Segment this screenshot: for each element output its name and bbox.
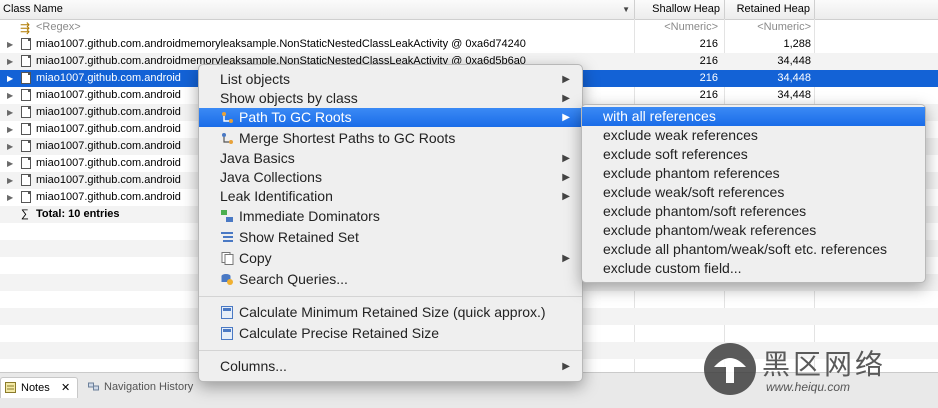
menu-item-immediate-dominators[interactable]: Immediate Dominators <box>199 207 582 226</box>
regex-filter-input[interactable]: <Regex> <box>0 19 635 36</box>
menu-item-list-objects[interactable]: List objects ▶ <box>199 70 582 89</box>
menu-item-label: Java Basics <box>220 150 295 166</box>
path-to-gc-roots-submenu: with all references exclude weak referen… <box>581 104 926 283</box>
menu-item-show-retained-set[interactable]: Show Retained Set <box>199 228 582 247</box>
submenu-arrow-icon: ▶ <box>562 361 570 372</box>
submenu-item-label: exclude phantom/soft references <box>603 203 807 219</box>
menu-item-label: Copy <box>239 250 272 266</box>
submenu-item-label: with all references <box>603 108 716 124</box>
menu-item-label: Merge Shortest Paths to GC Roots <box>239 130 456 146</box>
gc-roots-icon <box>222 112 233 123</box>
mushroom-logo-icon <box>704 343 756 395</box>
submenu-arrow-icon: ▶ <box>562 191 570 202</box>
submenu-item-label: exclude all phantom/weak/soft etc. refer… <box>603 241 888 257</box>
menu-item-label: Calculate Precise Retained Size <box>239 325 439 341</box>
submenu-item-label: exclude phantom references <box>603 165 780 181</box>
submenu-item-label: exclude soft references <box>603 146 748 162</box>
table-row[interactable]: ▶ miao1007.github.com.androidmemoryleaks… <box>0 36 938 53</box>
menu-item-label: Columns... <box>220 358 287 374</box>
menu-item-merge-shortest-paths[interactable]: Merge Shortest Paths to GC Roots <box>199 129 582 148</box>
notes-icon <box>5 382 16 393</box>
submenu-item-exclude-weak-soft[interactable]: exclude weak/soft references <box>582 183 925 202</box>
submenu-arrow-icon: ▶ <box>562 93 570 104</box>
dominators-icon <box>221 210 233 222</box>
menu-item-label: Immediate Dominators <box>239 208 380 224</box>
row-retained-heap: 34,448 <box>777 55 811 67</box>
submenu-arrow-icon: ▶ <box>562 172 570 183</box>
row-shallow-heap: 216 <box>699 89 718 101</box>
copy-icon <box>221 252 234 265</box>
menu-separator <box>199 350 582 351</box>
merge-paths-icon <box>222 133 233 144</box>
menu-item-label: Calculate Minimum Retained Size (quick a… <box>239 304 546 320</box>
submenu-item-label: exclude weak references <box>603 127 758 143</box>
submenu-item-exclude-phantom[interactable]: exclude phantom references <box>582 164 925 183</box>
menu-item-label: Show objects by class <box>220 90 358 106</box>
numeric-filter-retained[interactable]: <Numeric> <box>725 19 815 36</box>
numeric-filter-shallow[interactable]: <Numeric> <box>635 19 725 36</box>
retained-set-icon <box>221 232 233 242</box>
submenu-item-exclude-weak[interactable]: exclude weak references <box>582 126 925 145</box>
menu-item-label: Java Collections <box>220 169 322 185</box>
menu-item-label: Search Queries... <box>239 271 348 287</box>
menu-separator <box>199 296 582 297</box>
close-icon[interactable]: ✕ <box>61 378 70 398</box>
submenu-arrow-icon: ▶ <box>562 74 570 85</box>
row-shallow-heap: 216 <box>699 38 718 50</box>
submenu-item-with-all-references[interactable]: with all references <box>582 107 925 126</box>
table-header: Class Name ▼ Shallow Heap Retained Heap <box>0 0 938 20</box>
submenu-arrow-icon: ▶ <box>562 112 570 123</box>
submenu-item-label: exclude phantom/weak references <box>603 222 817 238</box>
tab-navigation-history-label: Navigation History <box>104 381 194 393</box>
menu-item-leak-identification[interactable]: Leak Identification ▶ <box>199 187 582 206</box>
menu-item-copy[interactable]: Copy ▶ <box>199 249 582 268</box>
row-shallow-heap: 216 <box>699 72 718 84</box>
submenu-item-label: exclude custom field... <box>603 260 742 276</box>
menu-item-calculate-minimum-retained-size[interactable]: Calculate Minimum Retained Size (quick a… <box>199 303 582 322</box>
submenu-item-exclude-phantom-weak[interactable]: exclude phantom/weak references <box>582 221 925 240</box>
menu-item-calculate-precise-retained-size[interactable]: Calculate Precise Retained Size <box>199 324 582 343</box>
column-header-class-name[interactable]: Class Name ▼ <box>0 0 635 19</box>
regex-filter-row[interactable]: ⇶ <Regex> <Numeric> <Numeric> <box>0 19 938 36</box>
calculator-icon <box>221 306 233 319</box>
menu-item-search-queries[interactable]: Search Queries... <box>199 270 582 289</box>
submenu-item-exclude-custom-field[interactable]: exclude custom field... <box>582 259 925 278</box>
submenu-arrow-icon: ▶ <box>562 153 570 164</box>
menu-item-show-objects-by-class[interactable]: Show objects by class ▶ <box>199 89 582 108</box>
submenu-arrow-icon: ▶ <box>562 253 570 264</box>
menu-item-label: Path To GC Roots <box>239 109 352 125</box>
row-retained-heap: 1,288 <box>783 38 811 50</box>
submenu-item-exclude-all[interactable]: exclude all phantom/weak/soft etc. refer… <box>582 240 925 259</box>
submenu-item-exclude-soft[interactable]: exclude soft references <box>582 145 925 164</box>
menu-item-label: Leak Identification <box>220 188 333 204</box>
column-header-label: Class Name <box>3 3 63 15</box>
submenu-item-label: exclude weak/soft references <box>603 184 785 200</box>
menu-item-java-collections[interactable]: Java Collections ▶ <box>199 168 582 187</box>
row-retained-heap: 34,448 <box>777 72 811 84</box>
watermark-title: 黑区网络 <box>762 348 887 381</box>
column-header-shallow-heap[interactable]: Shallow Heap <box>635 0 725 19</box>
column-header-retained-heap[interactable]: Retained Heap <box>725 0 815 19</box>
menu-item-label: Show Retained Set <box>239 229 359 245</box>
watermark: 黑区网络 www.heiqu.com <box>704 343 938 407</box>
sort-descending-icon: ▼ <box>622 5 630 14</box>
row-shallow-heap: 216 <box>699 55 718 67</box>
tab-notes[interactable]: Notes ✕ <box>0 377 78 398</box>
row-class-name: miao1007.github.com.androidmemoryleaksam… <box>36 38 526 50</box>
menu-item-columns[interactable]: Columns... ▶ <box>199 357 582 376</box>
context-menu: List objects ▶ Show objects by class ▶ P… <box>198 64 583 382</box>
tab-notes-label: Notes <box>21 382 50 394</box>
menu-item-path-to-gc-roots[interactable]: Path To GC Roots ▶ <box>199 108 582 127</box>
database-search-icon <box>221 274 233 285</box>
submenu-item-exclude-phantom-soft[interactable]: exclude phantom/soft references <box>582 202 925 221</box>
row-retained-heap: 34,448 <box>777 89 811 101</box>
menu-item-label: List objects <box>220 71 291 87</box>
menu-item-java-basics[interactable]: Java Basics ▶ <box>199 149 582 168</box>
calculator-icon <box>221 327 233 340</box>
history-icon <box>88 382 99 391</box>
watermark-url: www.heiqu.com <box>766 380 851 394</box>
